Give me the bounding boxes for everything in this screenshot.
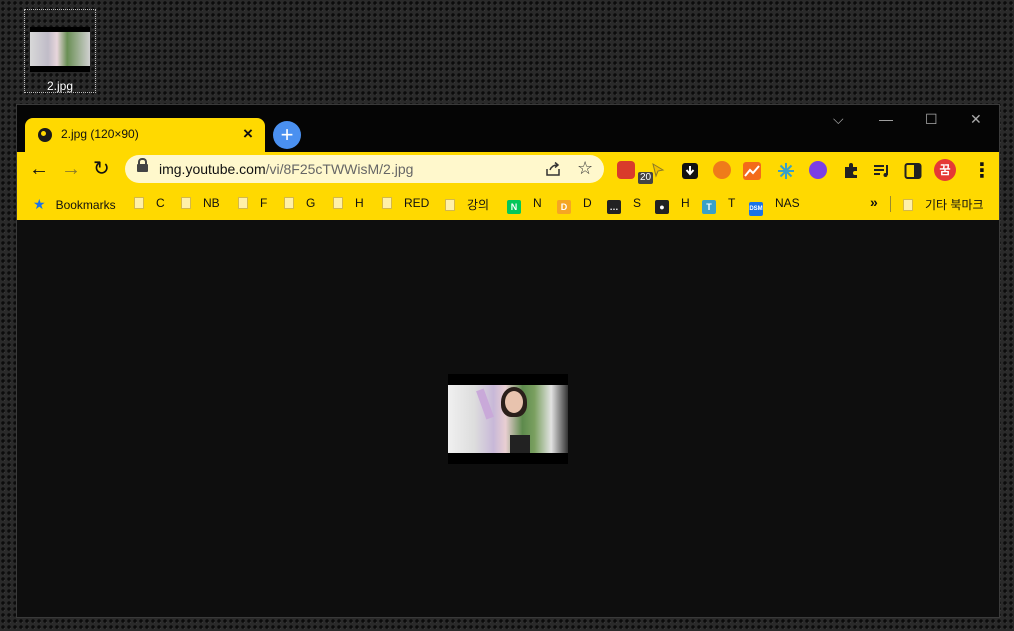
url-host: img.youtube.com xyxy=(159,161,266,177)
snowflake-extension-icon[interactable] xyxy=(777,162,795,180)
trello-icon: T xyxy=(702,200,716,214)
url-path: /vi/8F25cTWWisM/2.jpg xyxy=(265,161,414,177)
folder-icon xyxy=(382,197,392,209)
bookmark-s[interactable]: … S xyxy=(607,196,641,214)
shield-extension-icon[interactable] xyxy=(809,161,827,179)
desktop-file-icon[interactable]: 2.jpg xyxy=(24,9,96,93)
folder-icon xyxy=(238,197,248,209)
media-queue-icon[interactable] xyxy=(873,162,891,180)
folder-icon xyxy=(903,199,913,211)
bookmark-folder-c[interactable]: C xyxy=(134,196,165,210)
bookmarks-bar: ★ Bookmarks C NB F G H RED 강의 NN DD … S ● H… xyxy=(17,188,999,220)
bookmark-folder-lecture[interactable]: 강의 xyxy=(445,196,489,213)
naver-icon: N xyxy=(507,200,521,214)
bookmark-nas[interactable]: DSM NAS xyxy=(749,196,800,216)
owl-icon: ● xyxy=(655,200,669,214)
file-thumbnail xyxy=(30,27,90,72)
folder-icon xyxy=(134,197,144,209)
profile-avatar[interactable]: 꿈 xyxy=(934,159,956,181)
image-photo xyxy=(448,385,568,453)
share-icon[interactable] xyxy=(545,161,561,177)
folder-icon xyxy=(333,197,343,209)
forward-button[interactable]: → xyxy=(61,157,81,181)
tab-active[interactable]: 2.jpg (120×90) × xyxy=(25,118,265,152)
bookmark-bookmarks[interactable]: ★ Bookmarks xyxy=(33,196,116,213)
minimize-button[interactable]: — xyxy=(879,111,893,127)
side-panel-icon[interactable] xyxy=(904,162,922,180)
cursor-extension-icon[interactable] xyxy=(650,162,666,178)
bookmark-other[interactable]: 기타 북마크 xyxy=(903,196,984,213)
bookmarks-divider xyxy=(890,196,891,212)
displayed-image[interactable] xyxy=(448,374,568,464)
dsm-icon: DSM xyxy=(749,202,763,216)
reload-button[interactable]: ↻ xyxy=(93,157,110,181)
browser-window: 2.jpg (120×90) × + ⌵ — ☐ ✕ ← → ↻ img.you… xyxy=(16,104,1000,618)
download-extension-icon[interactable] xyxy=(681,162,699,180)
url-text[interactable]: img.youtube.com/vi/8F25cTWWisM/2.jpg xyxy=(159,161,413,177)
folder-icon xyxy=(181,197,191,209)
bookmark-folder-nb[interactable]: NB xyxy=(181,196,220,210)
puzzle-icon[interactable] xyxy=(842,162,860,180)
address-bar[interactable]: img.youtube.com/vi/8F25cTWWisM/2.jpg ☆ xyxy=(125,155,604,183)
extension-icon-1[interactable] xyxy=(617,161,635,179)
bookmark-n[interactable]: NN xyxy=(507,196,542,214)
folder-icon xyxy=(445,199,455,211)
bookmarks-overflow-chevron-icon[interactable]: » xyxy=(870,194,878,210)
bookmark-t[interactable]: TT xyxy=(702,196,735,214)
menu-kebab-icon[interactable]: ⋮ xyxy=(972,158,992,183)
chat-icon: … xyxy=(607,200,621,214)
new-tab-button[interactable]: + xyxy=(273,121,301,149)
bookmark-folder-f[interactable]: F xyxy=(238,196,267,210)
back-button[interactable]: ← xyxy=(29,157,49,181)
daum-icon: D xyxy=(557,200,571,214)
bookmark-h-site[interactable]: ● H xyxy=(655,196,690,214)
toolbar: ← → ↻ img.youtube.com/vi/8F25cTWWisM/2.j… xyxy=(17,152,999,188)
bookmark-d[interactable]: DD xyxy=(557,196,592,214)
bookmark-folder-g[interactable]: G xyxy=(284,196,315,210)
bookmark-star-icon[interactable]: ☆ xyxy=(577,158,593,179)
bookmark-folder-red[interactable]: RED xyxy=(382,196,429,210)
title-bar: 2.jpg (120×90) × + ⌵ — ☐ ✕ xyxy=(17,105,999,152)
fox-extension-icon[interactable] xyxy=(713,161,731,179)
lock-icon[interactable] xyxy=(137,158,148,173)
desktop-file-label: 2.jpg xyxy=(46,79,74,93)
star-icon: ★ xyxy=(33,196,46,212)
maximize-button[interactable]: ☐ xyxy=(925,111,938,128)
tab-search-chevron-icon[interactable]: ⌵ xyxy=(833,111,844,128)
globe-icon xyxy=(38,128,52,142)
bookmark-folder-h[interactable]: H xyxy=(333,196,364,210)
close-window-button[interactable]: ✕ xyxy=(970,111,982,128)
tab-close-icon[interactable]: × xyxy=(243,124,253,144)
folder-icon xyxy=(284,197,294,209)
tab-title: 2.jpg (120×90) xyxy=(61,127,139,141)
chart-extension-icon[interactable] xyxy=(743,162,761,180)
page-content xyxy=(17,220,999,617)
